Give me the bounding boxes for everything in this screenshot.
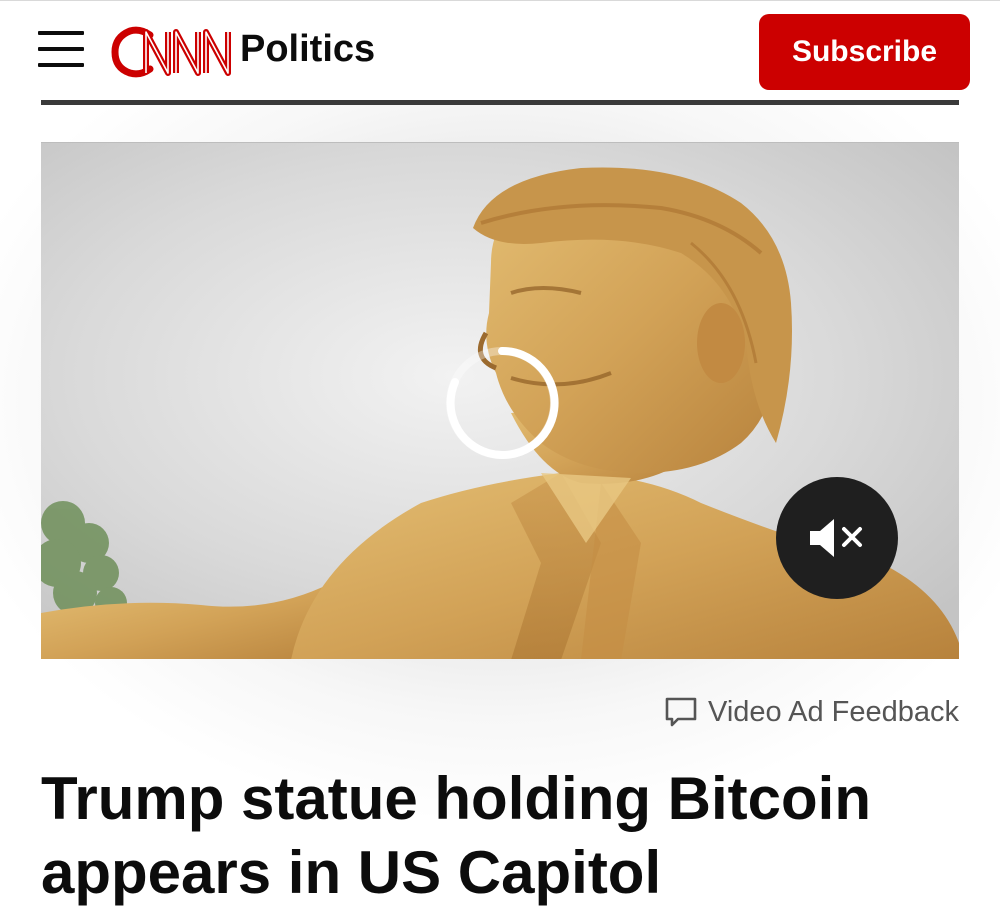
page: Politics Subscribe Video Ad Feedback Tru… — [0, 0, 1000, 917]
feedback-label: Video Ad Feedback — [708, 695, 959, 728]
site-header: Politics Subscribe — [0, 0, 1000, 103]
article-headline: Trump statue holding Bitcoin appears in … — [41, 765, 871, 906]
speaker-muted-icon — [810, 519, 862, 557]
subscribe-button[interactable]: Subscribe — [759, 14, 970, 90]
loading-spinner-icon — [446, 346, 559, 459]
mute-toggle-button[interactable] — [776, 477, 898, 599]
video-player[interactable] — [41, 142, 959, 659]
video-ad-feedback-link[interactable]: Video Ad Feedback — [664, 692, 959, 732]
hamburger-menu-icon[interactable] — [38, 31, 84, 67]
header-divider — [41, 100, 959, 105]
cnn-logo[interactable] — [110, 23, 232, 81]
speech-bubble-icon — [665, 697, 697, 727]
section-title[interactable]: Politics — [240, 28, 375, 71]
